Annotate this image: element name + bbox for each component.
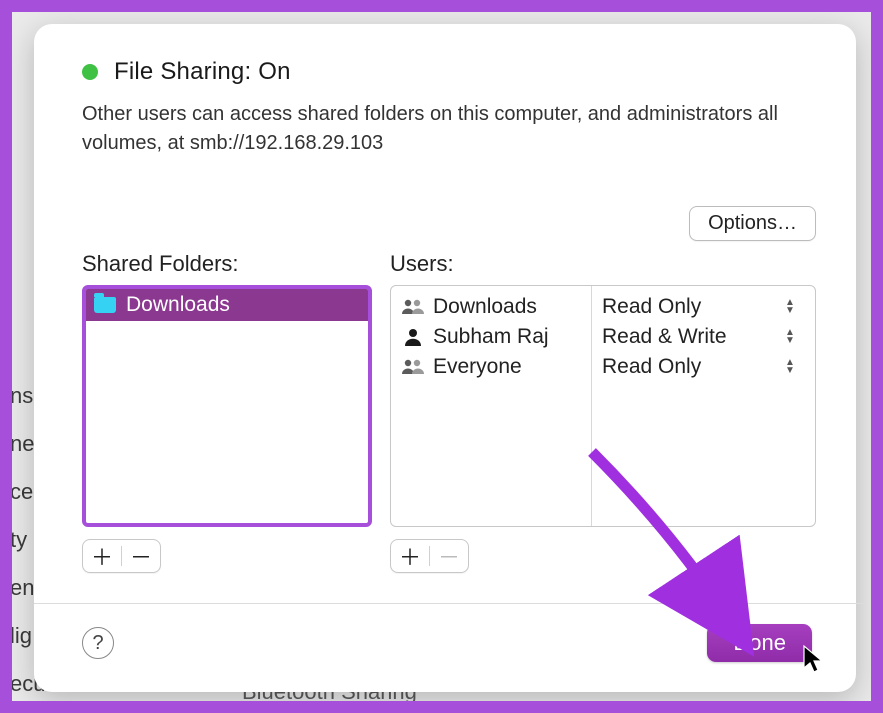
folder-icon bbox=[94, 297, 116, 313]
shared-folders-list[interactable]: Downloads bbox=[82, 285, 372, 527]
help-button[interactable]: ? bbox=[82, 627, 114, 659]
background-window: ns ne ce ty ent lig ecurity Bluetooth Sh… bbox=[6, 6, 877, 707]
remove-user-button: － bbox=[430, 540, 468, 572]
divider bbox=[34, 603, 864, 604]
shared-folder-name: Downloads bbox=[126, 293, 230, 317]
modal-title: File Sharing: On bbox=[114, 58, 291, 86]
modal-description: Other users can access shared folders on… bbox=[82, 100, 802, 158]
chevron-updown-icon: ▲▼ bbox=[785, 327, 801, 347]
add-user-button[interactable]: ＋ bbox=[391, 540, 429, 572]
person-icon bbox=[401, 326, 425, 348]
group-icon bbox=[401, 296, 425, 318]
shared-folders-add-remove: ＋ － bbox=[82, 539, 161, 573]
permission-value: Read & Write bbox=[602, 325, 727, 349]
add-folder-button[interactable]: ＋ bbox=[83, 540, 121, 572]
permission-select[interactable]: Read Only ▲▼ bbox=[592, 352, 815, 382]
permission-select[interactable]: Read & Write ▲▼ bbox=[592, 322, 815, 352]
options-button[interactable]: Options… bbox=[689, 206, 816, 241]
user-item[interactable]: Everyone bbox=[391, 352, 591, 382]
users-add-remove: ＋ － bbox=[390, 539, 469, 573]
users-label: Users: bbox=[390, 251, 816, 277]
user-name: Downloads bbox=[433, 295, 537, 319]
file-sharing-modal: File Sharing: On Other users can access … bbox=[34, 24, 856, 692]
permission-value: Read Only bbox=[602, 355, 701, 379]
shared-folder-item[interactable]: Downloads bbox=[86, 289, 368, 321]
user-name: Subham Raj bbox=[433, 325, 549, 349]
group-icon bbox=[401, 356, 425, 378]
permission-select[interactable]: Read Only ▲▼ bbox=[592, 292, 815, 322]
user-item[interactable]: Downloads bbox=[391, 292, 591, 322]
done-button[interactable]: Done bbox=[707, 624, 812, 662]
chevron-updown-icon: ▲▼ bbox=[785, 297, 801, 317]
shared-folders-label: Shared Folders: bbox=[82, 251, 372, 277]
status-indicator-icon bbox=[82, 64, 98, 80]
user-name: Everyone bbox=[433, 355, 522, 379]
chevron-updown-icon: ▲▼ bbox=[785, 357, 801, 377]
users-list: Downloads Subham Raj Every bbox=[390, 285, 816, 527]
remove-folder-button[interactable]: － bbox=[122, 540, 160, 572]
permission-value: Read Only bbox=[602, 295, 701, 319]
user-item[interactable]: Subham Raj bbox=[391, 322, 591, 352]
